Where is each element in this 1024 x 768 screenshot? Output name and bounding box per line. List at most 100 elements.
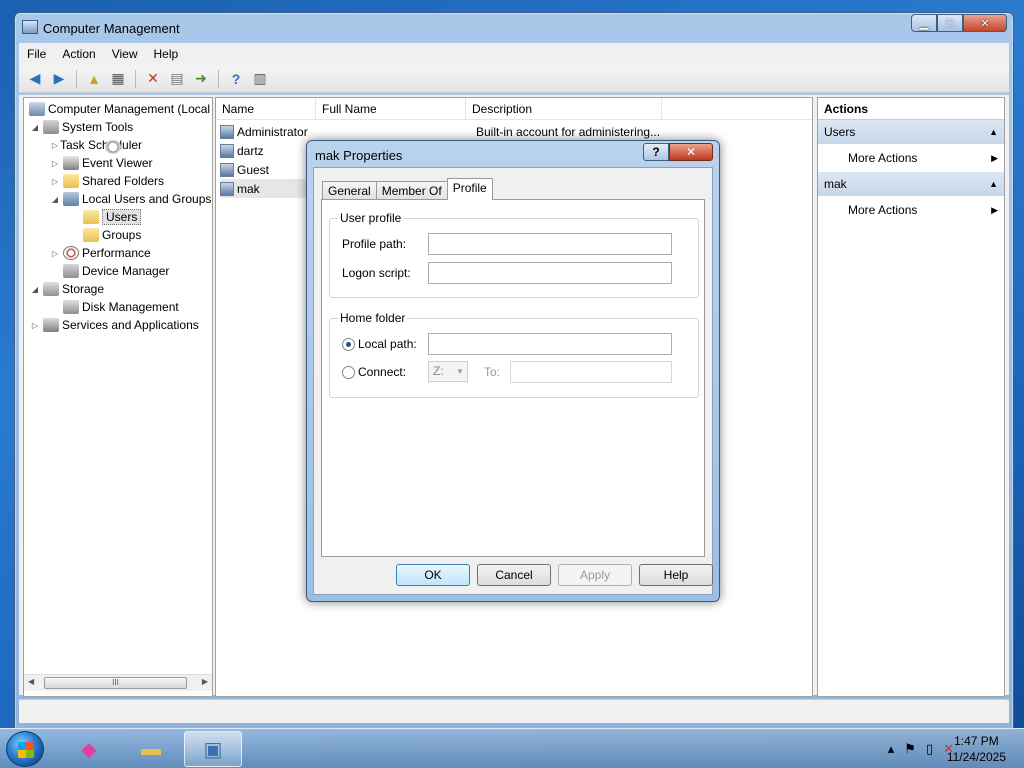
help-icon[interactable]: ? (226, 69, 246, 89)
taskbar-computer-management-button[interactable]: ▣ (184, 731, 242, 767)
tree-item-task-scheduler[interactable]: ▷ Task Scheduler (50, 136, 142, 154)
performance-icon (63, 246, 79, 260)
connect-to-input[interactable] (510, 361, 672, 383)
network-icon[interactable]: ▯ (926, 741, 933, 757)
tree-item-local-users-groups[interactable]: ◢ Local Users and Groups (50, 190, 211, 208)
taskbar-clock[interactable]: 1:47 PM 11/24/2025 (947, 733, 1006, 765)
tab-profile[interactable]: Profile (446, 178, 493, 200)
up-folder-icon[interactable]: ▲ (84, 69, 104, 89)
logon-script-label: Logon script: (342, 266, 411, 280)
ok-button[interactable]: OK (396, 564, 470, 586)
actions-group-users[interactable]: Users ▲ (818, 120, 1004, 144)
tree-item-storage[interactable]: ◢ Storage (30, 280, 104, 298)
logon-script-input[interactable] (428, 262, 672, 284)
menu-help[interactable]: Help (146, 47, 187, 61)
profile-path-input[interactable] (428, 233, 672, 255)
list-item[interactable]: Administrator Built-in account for admin… (220, 122, 810, 141)
computer-management-icon: ▣ (203, 738, 223, 761)
tree-item-disk-management[interactable]: Disk Management (60, 298, 179, 316)
tab-member-of[interactable]: Member Of (375, 181, 448, 200)
tree-item-device-manager[interactable]: Device Manager (60, 262, 169, 280)
dialog-close-button[interactable]: ✕ (669, 143, 713, 161)
tree-label: Users (102, 209, 142, 225)
maximize-button[interactable]: □ (937, 14, 963, 32)
menu-action[interactable]: Action (54, 47, 103, 61)
expand-arrow-icon[interactable]: ▷ (50, 159, 60, 168)
expand-arrow-icon[interactable]: ▷ (50, 249, 60, 258)
tree-item-services-applications[interactable]: ▷ Services and Applications (30, 316, 199, 334)
tree-item-users[interactable]: Users (80, 208, 142, 226)
toolbar-separator (218, 69, 219, 88)
computer-icon (29, 102, 45, 116)
collapse-arrow-icon[interactable]: ◢ (30, 285, 40, 294)
more-actions-users[interactable]: More Actions ▶ (818, 144, 1004, 172)
column-full-name[interactable]: Full Name (316, 98, 466, 120)
forward-icon[interactable]: ▶ (49, 69, 69, 89)
scroll-left-icon[interactable]: ◀ (28, 677, 34, 686)
local-path-input[interactable] (428, 333, 672, 355)
tree-label: Storage (62, 282, 105, 296)
back-icon[interactable]: ◀ (25, 69, 45, 89)
collapse-arrow-icon[interactable]: ◢ (30, 123, 40, 132)
scrollbar-thumb[interactable]: III (44, 677, 187, 689)
expand-arrow-icon[interactable]: ▷ (30, 321, 40, 330)
clock-time: 1:47 PM (954, 734, 999, 748)
expand-arrow-icon[interactable]: ▷ (50, 141, 60, 150)
dialog-help-button[interactable]: ? (643, 143, 669, 161)
clock-date: 11/24/2025 (946, 750, 1006, 764)
tree-item-system-tools[interactable]: ◢ System Tools (30, 118, 133, 136)
profile-tab-page: User profile Profile path: Logon script:… (321, 199, 705, 557)
column-description[interactable]: Description (466, 98, 662, 120)
column-name[interactable]: Name (216, 98, 316, 120)
cancel-button[interactable]: Cancel (477, 564, 551, 586)
list-item-selected[interactable]: mak (220, 179, 308, 198)
delete-icon[interactable]: ✕ (143, 69, 163, 89)
clock-icon (105, 140, 122, 154)
action-center-flag-icon[interactable]: ⚑ (904, 741, 916, 757)
scroll-right-icon[interactable]: ▶ (202, 677, 208, 686)
tab-general[interactable]: General (322, 181, 377, 200)
toolbar-separator (135, 69, 136, 88)
disk-icon (63, 300, 79, 314)
menu-file[interactable]: File (19, 47, 54, 61)
group-label: Users (824, 125, 856, 139)
start-button[interactable] (6, 731, 44, 767)
user-name: Administrator (237, 124, 308, 139)
toolbar: ◀ ▶ ▲ ▦ ✕ ▤ ➜ ? ▥ (19, 65, 1009, 93)
tree-label: Disk Management (82, 300, 179, 314)
minimize-button[interactable]: ▁ (911, 14, 937, 32)
tree-item-event-viewer[interactable]: ▷ Event Viewer (50, 154, 152, 172)
connect-radio[interactable] (342, 366, 355, 379)
tree-item-shared-folders[interactable]: ▷ Shared Folders (50, 172, 164, 190)
tab-strip: General Member Of Profile (322, 178, 493, 200)
submenu-arrow-icon: ▶ (991, 205, 998, 215)
show-hide-tree-icon[interactable]: ▦ (108, 69, 128, 89)
show-hidden-icons-icon[interactable]: ▴ (888, 741, 895, 757)
window-titlebar[interactable]: Computer Management ▁ □ ✕ (15, 13, 1013, 43)
close-button[interactable]: ✕ (963, 14, 1007, 32)
actions-group-mak[interactable]: mak ▲ (818, 172, 1004, 196)
tree-item-performance[interactable]: ▷ Performance (50, 244, 151, 262)
taskbar-explorer-icon[interactable]: ▬ (122, 731, 180, 767)
more-actions-mak[interactable]: More Actions ▶ (818, 196, 1004, 224)
collapse-caret-icon[interactable]: ▲ (989, 172, 998, 196)
apply-button[interactable]: Apply (558, 564, 632, 586)
menu-view[interactable]: View (104, 47, 146, 61)
tree-item-groups[interactable]: Groups (80, 226, 141, 244)
export-list-icon[interactable]: ➜ (191, 69, 211, 89)
profile-path-label: Profile path: (342, 237, 407, 251)
collapse-caret-icon[interactable]: ▲ (989, 120, 998, 144)
event-viewer-icon (63, 156, 79, 170)
show-hide-action-pane-icon[interactable]: ▥ (250, 69, 270, 89)
tree-item-root[interactable]: Computer Management (Local (26, 100, 210, 118)
taskbar-app-icon[interactable]: ◆ (60, 731, 118, 767)
computer-management-icon (22, 20, 38, 34)
drive-letter-select[interactable]: Z: ▼ (428, 361, 468, 382)
tree-label: Device Manager (82, 264, 170, 278)
help-button[interactable]: Help (639, 564, 713, 586)
expand-arrow-icon[interactable]: ▷ (50, 177, 60, 186)
tree-horizontal-scrollbar[interactable]: ◀ III ▶ (24, 674, 212, 691)
properties-icon[interactable]: ▤ (167, 69, 187, 89)
local-path-radio[interactable] (342, 338, 355, 351)
collapse-arrow-icon[interactable]: ◢ (50, 195, 60, 204)
